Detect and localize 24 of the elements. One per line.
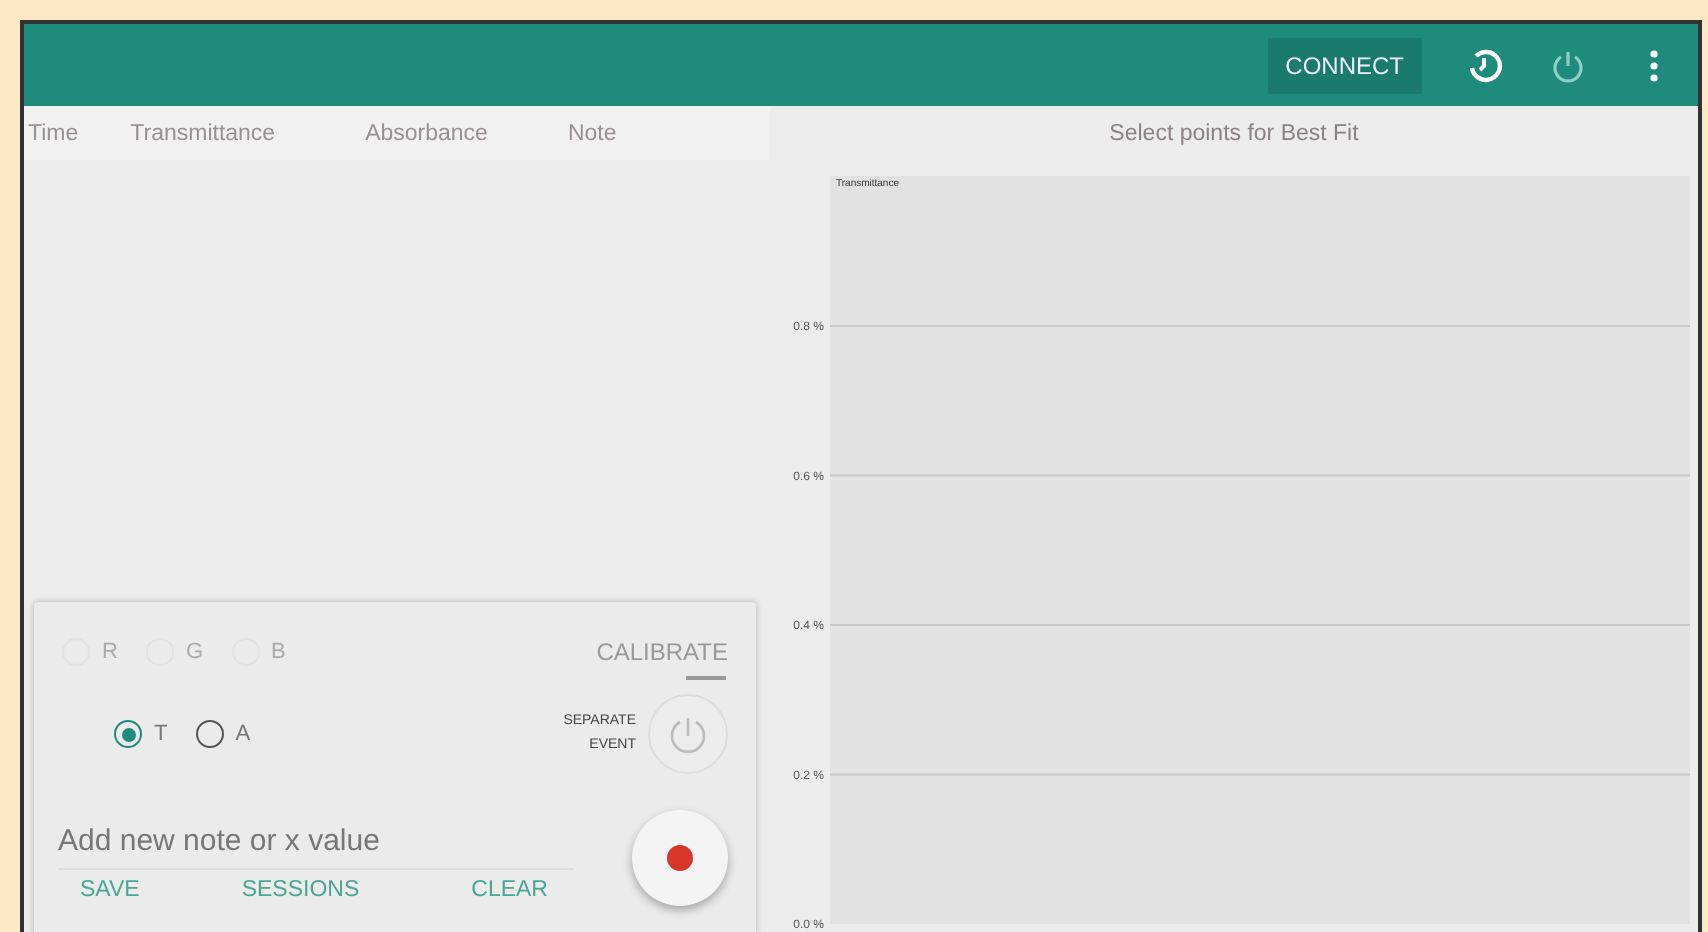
calibrate-button[interactable]: CALIBRATE — [596, 638, 728, 666]
power-icon — [666, 712, 710, 756]
column-header: Transmittance — [130, 121, 276, 145]
radio-label: T — [154, 722, 168, 746]
text-button[interactable]: CLEAR — [455, 870, 564, 910]
radio-button[interactable] — [195, 720, 224, 748]
history-icon[interactable] — [1466, 47, 1502, 83]
radio-label: R — [102, 640, 118, 664]
text-button[interactable]: SESSIONS — [225, 870, 376, 910]
radio-label: B — [271, 640, 286, 664]
note-input-field[interactable]: Add new note or x value — [58, 815, 574, 869]
chart-title: Select points for Best Fit — [1107, 119, 1361, 149]
column-header: Absorbance — [365, 121, 488, 145]
connect-button[interactable]: CONNECT — [1267, 37, 1422, 93]
text-button[interactable]: SAVE — [64, 870, 156, 910]
column-header: Time — [28, 121, 79, 145]
power-icon[interactable] — [1550, 47, 1586, 83]
radio-label: G — [185, 640, 204, 664]
record-icon — [666, 844, 694, 872]
radio-label: A — [235, 722, 251, 746]
more-options-icon[interactable] — [1650, 49, 1658, 81]
radio-button[interactable] — [114, 720, 142, 748]
record-button[interactable] — [632, 810, 728, 906]
column-header: Note — [567, 121, 617, 145]
